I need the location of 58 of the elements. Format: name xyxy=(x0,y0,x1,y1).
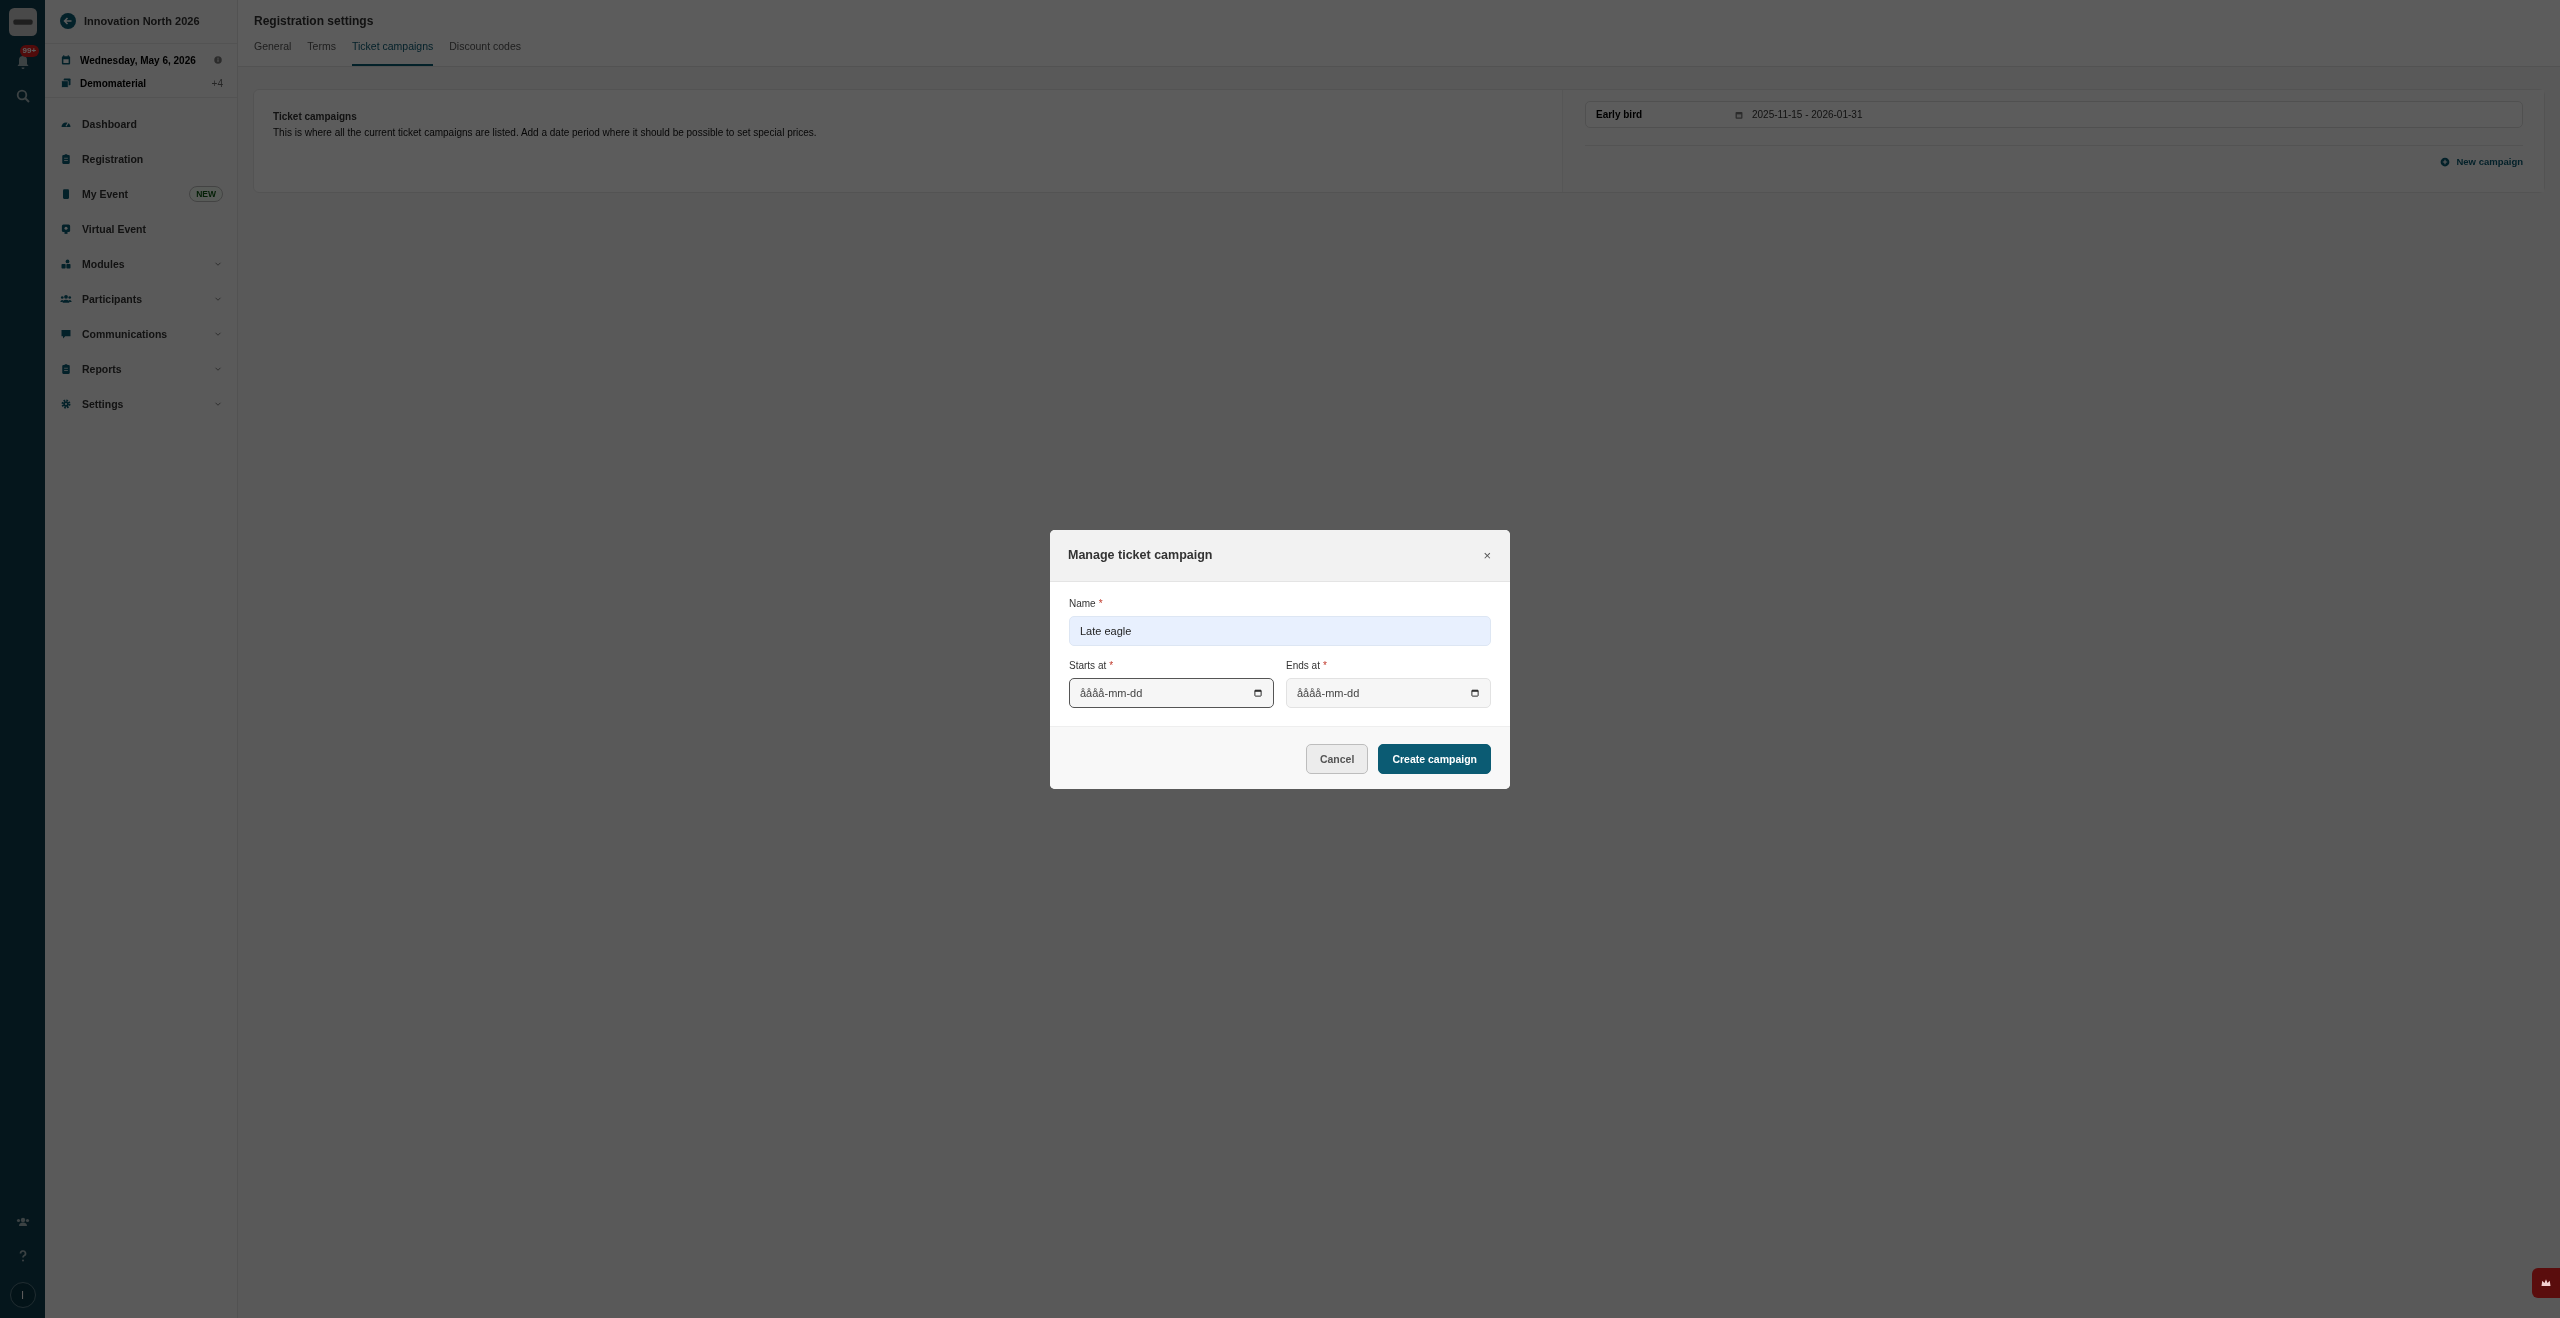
dialog-title: Manage ticket campaign xyxy=(1068,548,1213,562)
user-avatar[interactable]: I xyxy=(9,1282,36,1308)
shapes-icon xyxy=(60,257,72,270)
gear-icon xyxy=(60,397,72,410)
campaign-name: Early bird xyxy=(1596,109,1644,120)
clipboard-icon xyxy=(60,362,72,375)
required-mark: * xyxy=(1098,597,1103,609)
tab[interactable]: Terms xyxy=(307,40,336,66)
date-field[interactable]: åååå-mm-dd xyxy=(1286,677,1491,708)
info-icon xyxy=(213,55,223,65)
page-title: Registration settings xyxy=(254,14,375,28)
new-badge: NEW xyxy=(189,185,223,202)
search-icon xyxy=(14,88,31,104)
chat-icon xyxy=(60,327,72,340)
plus-circle-icon xyxy=(2440,156,2451,167)
notification-badge: 99+ xyxy=(19,45,40,57)
nav-item[interactable]: Reports xyxy=(60,351,223,386)
section-title: Ticket campaigns xyxy=(273,111,358,122)
people-icon xyxy=(60,292,72,305)
create-button[interactable]: Create campaign xyxy=(1378,743,1491,774)
phone-icon xyxy=(60,187,72,200)
calendar-icon xyxy=(60,54,72,66)
calendar-icon xyxy=(1734,109,1744,120)
nav-item[interactable]: Participants xyxy=(60,281,223,316)
event-title: Innovation North 2026 xyxy=(84,15,200,27)
nav-item[interactable]: Communications xyxy=(60,316,223,351)
help-button[interactable] xyxy=(2532,1268,2560,1298)
field-label: Name xyxy=(1069,597,1096,609)
name-field[interactable]: Late eagle xyxy=(1069,615,1491,646)
section-description: This is where all the current ticket campaigns are listed. Add a date period where it should be possible to set special prices. xyxy=(273,127,818,138)
nav-item[interactable]: My Event NEW xyxy=(60,176,223,211)
nav-item[interactable]: Dashboard xyxy=(60,106,223,141)
campaign-dates: 2025-11-15 - 2026-01-31 xyxy=(1752,109,1863,120)
nav-item[interactable]: Registration xyxy=(60,141,223,176)
calendar-icon xyxy=(1470,687,1480,698)
required-mark: * xyxy=(1109,659,1114,671)
nav-item[interactable]: Modules xyxy=(60,246,223,281)
logo-icon xyxy=(8,8,37,36)
calendar-icon xyxy=(1253,687,1263,698)
crown-icon xyxy=(2540,1277,2552,1289)
required-mark: * xyxy=(1322,659,1327,671)
campaign-row[interactable]: Early bird 2025-11-15 - 2026-01-31 xyxy=(1585,101,2523,128)
new-campaign-button[interactable]: New campaign xyxy=(2440,156,2523,167)
field-label: Starts at xyxy=(1069,659,1107,671)
close-button[interactable]: × xyxy=(1481,545,1493,565)
documents-icon xyxy=(60,77,72,89)
field-label: Ends at xyxy=(1286,659,1320,671)
nav-item[interactable]: Virtual Event xyxy=(60,211,223,246)
date-field[interactable]: åååå-mm-dd xyxy=(1069,677,1274,708)
tab[interactable]: General xyxy=(254,40,292,66)
material-name: Demomaterial xyxy=(80,77,148,89)
tab[interactable]: Ticket campaigns xyxy=(351,40,434,66)
monitor-icon xyxy=(60,222,72,235)
clipboard-icon xyxy=(60,152,72,165)
cancel-button[interactable]: Cancel xyxy=(1305,743,1369,774)
event-date: Wednesday, May 6, 2026 xyxy=(80,54,197,66)
nav-item[interactable]: Settings xyxy=(60,386,223,421)
tab[interactable]: Discount codes xyxy=(449,40,522,66)
